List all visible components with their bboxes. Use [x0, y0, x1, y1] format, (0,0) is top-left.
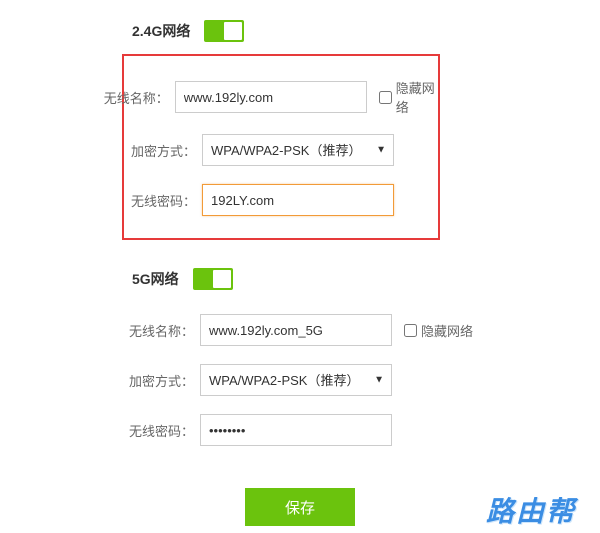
hide-5g-checkbox[interactable] [404, 324, 417, 337]
hide-24g-label: 隐藏网络 [396, 78, 438, 116]
toggle-5g[interactable] [193, 268, 233, 290]
form-5g: 无线名称： 隐藏网络 加密方式： WPA/WPA2-PSK（推荐） ▼ 无线密码… [0, 302, 600, 458]
hide-24g-checkbox[interactable] [379, 91, 392, 104]
encrypt-5g-label: 加密方式： [0, 371, 200, 390]
section-5g-title: 5G网络 [132, 269, 179, 289]
hide-24g-wrap: 隐藏网络 [379, 78, 438, 116]
encrypt-5g-select[interactable]: WPA/WPA2-PSK（推荐） [200, 364, 392, 396]
encrypt-24g-select[interactable]: WPA/WPA2-PSK（推荐） [202, 134, 394, 166]
ssid-24g-input[interactable] [175, 81, 367, 113]
section-24g-title: 2.4G网络 [132, 21, 190, 41]
password-5g-label: 无线密码： [0, 421, 200, 440]
footer: 保存 路由帮 [0, 488, 600, 526]
row-5g-ssid: 无线名称： 隐藏网络 [0, 314, 600, 346]
ssid-5g-label: 无线名称： [0, 321, 200, 340]
highlight-24g-box: 无线名称： 隐藏网络 加密方式： WPA/WPA2-PSK（推荐） ▼ 无线密码… [122, 54, 440, 240]
form-24g: 无线名称： 隐藏网络 加密方式： WPA/WPA2-PSK（推荐） ▼ 无线密码… [124, 66, 438, 228]
encrypt-24g-label: 加密方式： [2, 141, 202, 160]
section-24g-header: 2.4G网络 [0, 20, 600, 42]
row-5g-password: 无线密码： [0, 414, 600, 446]
row-24g-encrypt: 加密方式： WPA/WPA2-PSK（推荐） ▼ [2, 134, 438, 166]
row-24g-ssid: 无线名称： 隐藏网络 [2, 78, 438, 116]
watermark-text: 路由帮 [486, 490, 576, 530]
ssid-24g-label: 无线名称： [2, 88, 175, 107]
password-24g-label: 无线密码： [2, 191, 202, 210]
hide-5g-wrap: 隐藏网络 [404, 321, 473, 340]
save-button[interactable]: 保存 [245, 488, 355, 526]
section-5g-header: 5G网络 [0, 268, 600, 290]
row-5g-encrypt: 加密方式： WPA/WPA2-PSK（推荐） ▼ [0, 364, 600, 396]
toggle-24g[interactable] [204, 20, 244, 42]
row-24g-password: 无线密码： [2, 184, 438, 216]
ssid-5g-input[interactable] [200, 314, 392, 346]
password-5g-input[interactable] [200, 414, 392, 446]
password-24g-input[interactable] [202, 184, 394, 216]
hide-5g-label: 隐藏网络 [421, 321, 473, 340]
